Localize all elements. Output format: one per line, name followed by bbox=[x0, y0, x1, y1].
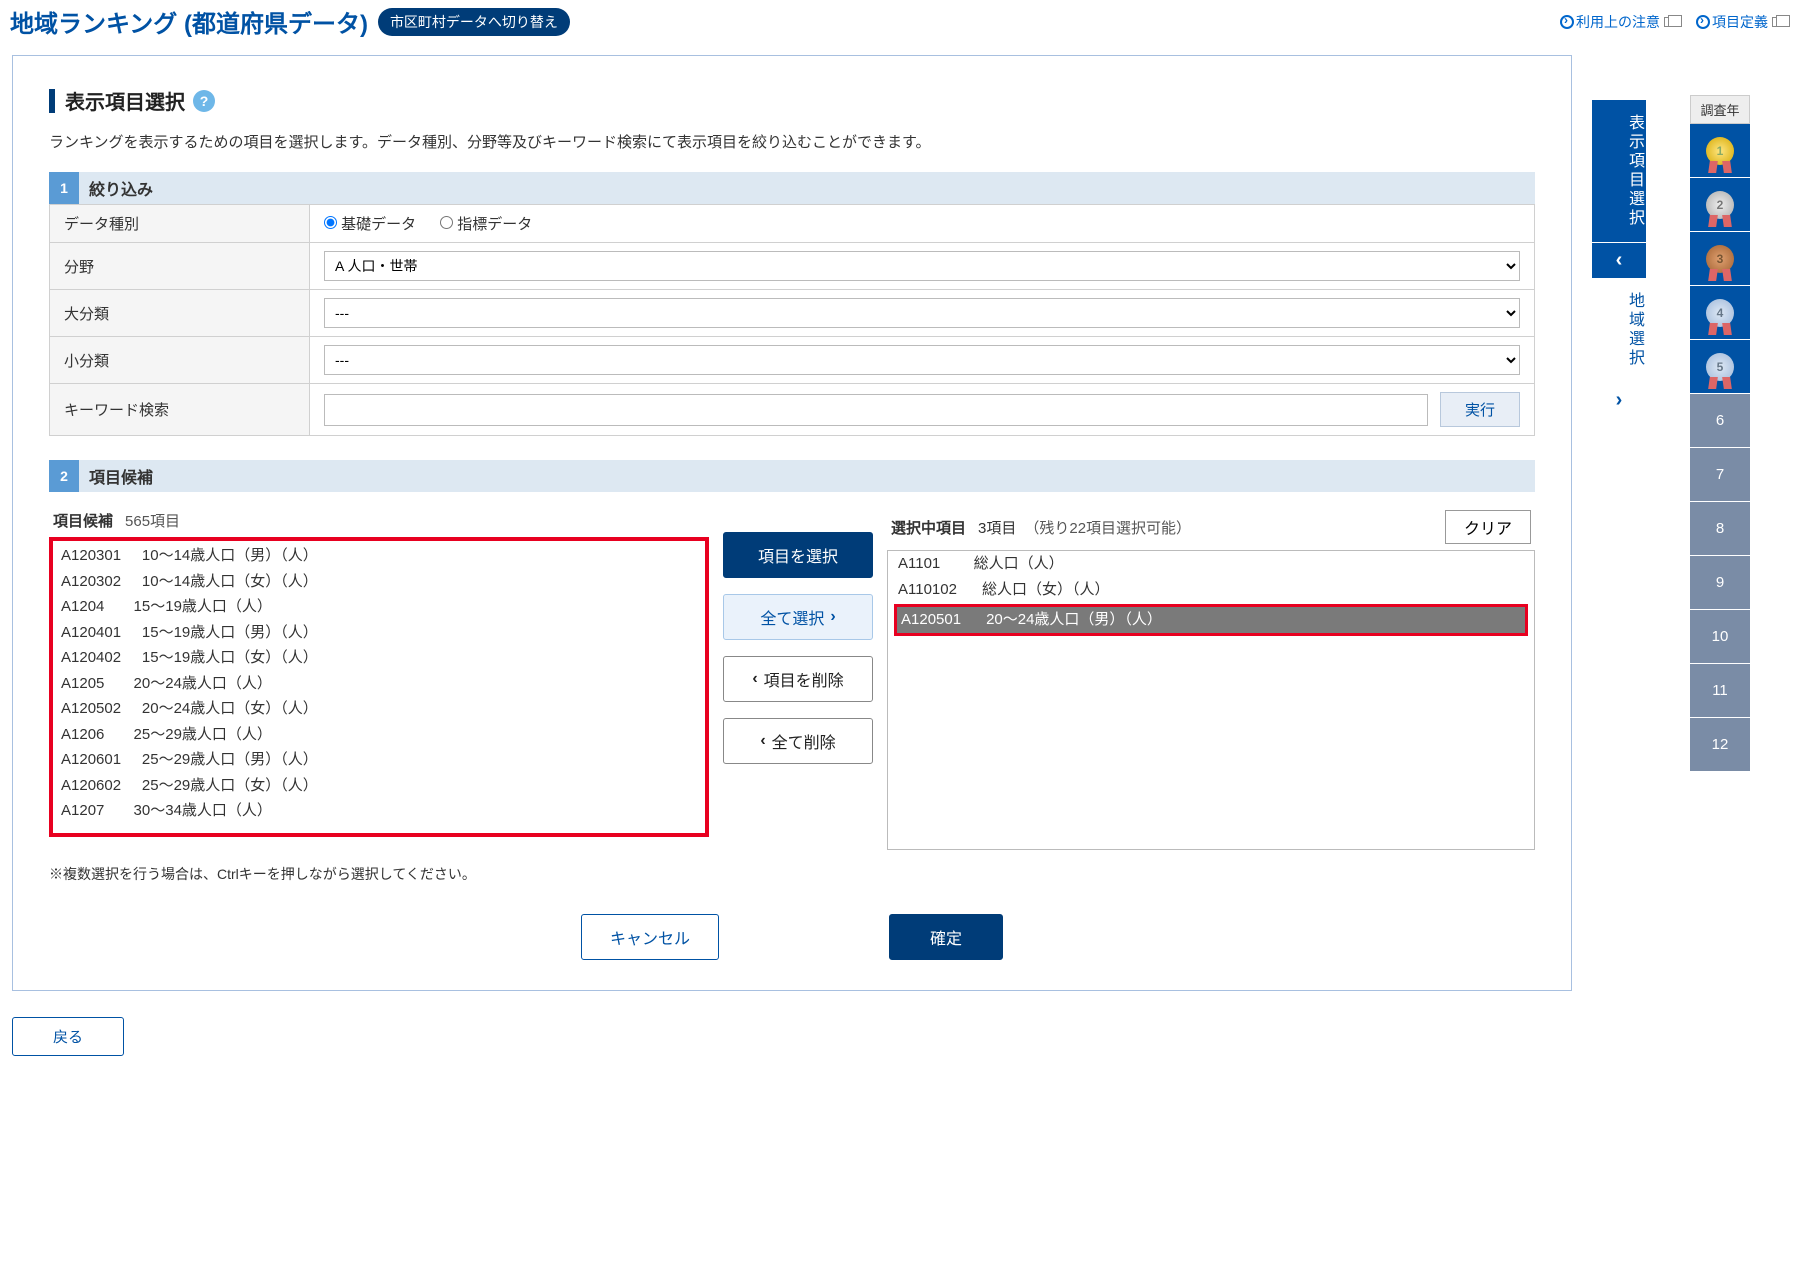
main-panel: 表示項目選択 ? ランキングを表示するための項目を選択します。データ種別、分野等… bbox=[12, 55, 1572, 991]
major-select[interactable]: --- bbox=[324, 298, 1520, 328]
arrow-circle-icon bbox=[1560, 15, 1574, 29]
rank-medal-4[interactable]: 4 bbox=[1690, 286, 1750, 340]
notice-link-label: 利用上の注意 bbox=[1576, 12, 1660, 32]
selected-list-title: 選択中項目 bbox=[891, 517, 966, 538]
selected-remaining: （残り22項目選択可能） bbox=[1024, 517, 1191, 538]
definition-link-label: 項目定義 bbox=[1712, 12, 1768, 32]
rank-row-11[interactable]: 11 bbox=[1690, 664, 1750, 718]
keyword-label: キーワード検索 bbox=[50, 384, 310, 436]
list-item[interactable]: A120501 20～24歳人口（男）（人） bbox=[897, 607, 1525, 633]
rank-medal-1[interactable]: 1 bbox=[1690, 124, 1750, 178]
side-tab-display-items[interactable]: 表示項目選択 bbox=[1592, 100, 1646, 243]
list-item[interactable]: A120301 10～14歳人口（男）（人） bbox=[57, 543, 701, 569]
back-button[interactable]: 戻る bbox=[12, 1017, 124, 1056]
select-all-button[interactable]: 全て選択 › bbox=[723, 594, 873, 640]
list-item[interactable]: A120401 15～19歳人口（男）（人） bbox=[57, 620, 701, 646]
clear-button[interactable]: クリア bbox=[1445, 510, 1531, 544]
rank-medal-3[interactable]: 3 bbox=[1690, 232, 1750, 286]
execute-button[interactable]: 実行 bbox=[1440, 392, 1520, 427]
section-bar bbox=[49, 89, 55, 113]
chevron-right-icon[interactable]: › bbox=[1592, 383, 1646, 418]
candidate-count: 565項目 bbox=[125, 510, 180, 531]
chevron-left-icon: ‹ bbox=[760, 732, 765, 750]
remove-item-button[interactable]: ‹ 項目を削除 bbox=[723, 656, 873, 702]
help-icon[interactable]: ? bbox=[193, 90, 215, 112]
step-number-2: 2 bbox=[49, 460, 79, 492]
popup-icon bbox=[1772, 17, 1784, 27]
rank-row-9[interactable]: 9 bbox=[1690, 556, 1750, 610]
cancel-button[interactable]: キャンセル bbox=[581, 914, 719, 960]
major-label: 大分類 bbox=[50, 290, 310, 337]
list-item[interactable]: A1207 30～34歳人口（人） bbox=[57, 798, 701, 824]
selected-count: 3項目 bbox=[978, 517, 1016, 538]
side-tab-region[interactable]: 地域選択 bbox=[1592, 278, 1646, 383]
arrow-circle-icon bbox=[1696, 15, 1710, 29]
remove-all-button[interactable]: ‹ 全て削除 bbox=[723, 718, 873, 764]
rank-column-header: 調査年 bbox=[1690, 95, 1750, 124]
filter-header: 1 絞り込み bbox=[49, 172, 1535, 204]
candidate-list-title: 項目候補 bbox=[53, 510, 113, 531]
radio-basic[interactable]: 基礎データ bbox=[324, 216, 416, 233]
switch-data-button[interactable]: 市区町村データへ切り替え bbox=[378, 8, 570, 36]
list-item[interactable]: A110102 総人口（女）（人） bbox=[888, 577, 1534, 603]
page-title: 地域ランキング (都道府県データ) bbox=[10, 4, 368, 39]
candidates-header-label: 項目候補 bbox=[89, 464, 153, 488]
field-label: 分野 bbox=[50, 243, 310, 290]
popup-icon bbox=[1664, 17, 1676, 27]
multiselect-note: ※複数選択を行う場合は、Ctrlキーを押しながら選択してください。 bbox=[49, 864, 1535, 884]
chevron-left-icon[interactable]: ‹ bbox=[1592, 243, 1646, 278]
list-item[interactable]: A120402 15～19歳人口（女）（人） bbox=[57, 645, 701, 671]
radio-indicator[interactable]: 指標データ bbox=[440, 216, 532, 233]
list-item[interactable]: A1101 総人口（人） bbox=[888, 551, 1534, 577]
list-item[interactable]: A120602 25～29歳人口（女）（人） bbox=[57, 773, 701, 799]
list-item[interactable]: A120502 20～24歳人口（女）（人） bbox=[57, 696, 701, 722]
chevron-right-icon: › bbox=[830, 608, 835, 626]
datatype-label: データ種別 bbox=[50, 205, 310, 243]
section-title: 表示項目選択 bbox=[65, 86, 185, 115]
step-number-1: 1 bbox=[49, 172, 79, 204]
rank-row-6[interactable]: 6 bbox=[1690, 394, 1750, 448]
list-item[interactable]: A1205 20～24歳人口（人） bbox=[57, 671, 701, 697]
section-description: ランキングを表示するための項目を選択します。データ種別、分野等及びキーワード検索… bbox=[49, 131, 1535, 152]
rank-medal-2[interactable]: 2 bbox=[1690, 178, 1750, 232]
rank-row-8[interactable]: 8 bbox=[1690, 502, 1750, 556]
list-item[interactable]: A120302 10～14歳人口（女）（人） bbox=[57, 569, 701, 595]
minor-label: 小分類 bbox=[50, 337, 310, 384]
rank-row-12[interactable]: 12 bbox=[1690, 718, 1750, 772]
select-item-button[interactable]: 項目を選択 bbox=[723, 532, 873, 578]
candidates-header: 2 項目候補 bbox=[49, 460, 1535, 492]
candidate-listbox[interactable]: A120301 10～14歳人口（男）（人）A120302 10～14歳人口（女… bbox=[49, 537, 709, 837]
list-item[interactable]: A1204 15～19歳人口（人） bbox=[57, 594, 701, 620]
filter-header-label: 絞り込み bbox=[89, 176, 153, 200]
keyword-input[interactable] bbox=[324, 394, 1428, 426]
chevron-left-icon: ‹ bbox=[752, 670, 757, 688]
list-item[interactable]: A1206 25～29歳人口（人） bbox=[57, 722, 701, 748]
rank-medal-5[interactable]: 5 bbox=[1690, 340, 1750, 394]
definition-link[interactable]: 項目定義 bbox=[1696, 12, 1784, 32]
list-item[interactable]: A120601 25～29歳人口（男）（人） bbox=[57, 747, 701, 773]
confirm-button[interactable]: 確定 bbox=[889, 914, 1003, 960]
selected-listbox[interactable]: A1101 総人口（人）A110102 総人口（女）（人） A120501 20～… bbox=[887, 550, 1535, 850]
rank-row-10[interactable]: 10 bbox=[1690, 610, 1750, 664]
notice-link[interactable]: 利用上の注意 bbox=[1560, 12, 1676, 32]
rank-row-7[interactable]: 7 bbox=[1690, 448, 1750, 502]
field-select[interactable]: A 人口・世帯 bbox=[324, 251, 1520, 281]
minor-select[interactable]: --- bbox=[324, 345, 1520, 375]
